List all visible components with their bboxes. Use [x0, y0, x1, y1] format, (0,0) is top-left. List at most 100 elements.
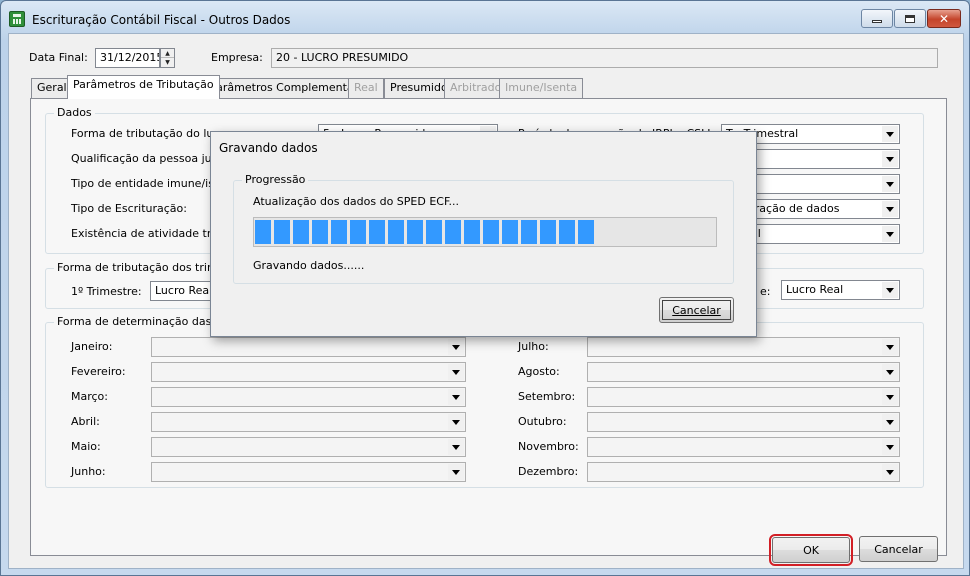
chevron-down-icon[interactable]	[882, 126, 898, 142]
progress-detail-text: Gravando dados......	[253, 259, 365, 272]
data-final-input[interactable]: 31/12/2015	[95, 48, 160, 68]
chevron-down-icon[interactable]	[882, 414, 898, 430]
chevron-down-icon[interactable]	[448, 389, 464, 405]
maximize-button[interactable]	[894, 9, 926, 28]
progress-segment	[540, 220, 556, 244]
progress-segment	[426, 220, 442, 244]
month-label: Dezembro:	[518, 465, 579, 478]
progress-group: Progressão Atualização dos dados do SPED…	[233, 173, 734, 284]
chevron-down-icon[interactable]	[882, 364, 898, 380]
progress-group-title: Progressão	[242, 173, 309, 186]
tab-parametros-tributacao[interactable]: Parâmetros de Tributação	[67, 75, 220, 99]
progress-segment	[559, 220, 575, 244]
chevron-down-icon[interactable]	[882, 226, 898, 242]
maximize-icon	[905, 14, 915, 23]
app-calculator-icon	[9, 11, 25, 27]
minimize-button[interactable]	[861, 9, 893, 28]
tab-arbitrado[interactable]: Arbitrado	[444, 78, 508, 98]
chevron-down-icon[interactable]	[448, 364, 464, 380]
minimize-icon	[872, 20, 882, 23]
month-estimativa-select[interactable]	[151, 437, 466, 457]
month-label: Maio:	[71, 440, 101, 453]
trimestre-4-value: Lucro Real	[786, 283, 844, 296]
progress-segment	[312, 220, 328, 244]
month-label: Novembro:	[518, 440, 579, 453]
spin-down-icon[interactable]: ▼	[161, 58, 174, 67]
month-estimativa-select[interactable]	[587, 462, 900, 482]
month-label: Junho:	[71, 465, 106, 478]
tipo-escrituracao-value: eração de dados	[748, 202, 840, 215]
month-label: Março:	[71, 390, 108, 403]
empresa-field: 20 - LUCRO PRESUMIDO	[271, 48, 938, 68]
ok-button[interactable]: OK	[769, 534, 853, 566]
month-label: Julho:	[518, 340, 549, 353]
month-label: Janeiro:	[71, 340, 113, 353]
progress-segment	[502, 220, 518, 244]
tab-imune-isenta[interactable]: Imune/Isenta	[499, 78, 584, 98]
progress-segment	[388, 220, 404, 244]
dados-group-title: Dados	[54, 106, 95, 119]
month-estimativa-select[interactable]	[151, 362, 466, 382]
chevron-down-icon[interactable]	[448, 414, 464, 430]
close-icon: ✕	[938, 11, 950, 26]
empresa-label: Empresa:	[211, 51, 263, 64]
month-estimativa-select[interactable]	[151, 337, 466, 357]
close-button[interactable]: ✕	[927, 9, 961, 28]
month-label: Abril:	[71, 415, 100, 428]
dialog-cancel-button[interactable]: Cancelar	[659, 297, 734, 323]
progress-segment	[445, 220, 461, 244]
month-estimativa-select[interactable]	[587, 437, 900, 457]
title-bar[interactable]: Escrituração Contábil Fiscal - Outros Da…	[1, 1, 969, 33]
chevron-down-icon[interactable]	[882, 282, 898, 298]
chevron-down-icon[interactable]	[882, 201, 898, 217]
data-final-spinner[interactable]: ▲ ▼	[160, 48, 175, 68]
progress-segment	[274, 220, 290, 244]
trimestre-1-label: 1º Trimestre:	[71, 285, 142, 298]
progress-dialog: Gravando dados Progressão Atualização do…	[210, 131, 757, 337]
progress-segment	[293, 220, 309, 244]
chevron-down-icon[interactable]	[882, 439, 898, 455]
month-estimativa-select[interactable]	[587, 387, 900, 407]
cancel-button[interactable]: Cancelar	[859, 536, 938, 562]
chevron-down-icon[interactable]	[448, 339, 464, 355]
month-estimativa-select[interactable]	[151, 462, 466, 482]
chevron-down-icon[interactable]	[882, 176, 898, 192]
progress-segment	[350, 220, 366, 244]
spin-up-icon[interactable]: ▲	[161, 49, 174, 58]
window-title: Escrituração Contábil Fiscal - Outros Da…	[32, 13, 291, 27]
progress-segment	[578, 220, 594, 244]
month-label: Fevereiro:	[71, 365, 126, 378]
progress-status-text: Atualização dos dados do SPED ECF...	[253, 195, 460, 208]
chevron-down-icon[interactable]	[882, 464, 898, 480]
progress-bar	[253, 217, 717, 247]
dialog-cancel-label: Cancelar	[672, 303, 721, 317]
dialog-title: Gravando dados	[219, 141, 318, 155]
chevron-down-icon[interactable]	[882, 339, 898, 355]
progress-segment	[407, 220, 423, 244]
chevron-down-icon[interactable]	[882, 389, 898, 405]
trimestre-4-label: e:	[760, 285, 771, 298]
month-estimativa-select[interactable]	[151, 412, 466, 432]
tab-real[interactable]: Real	[348, 78, 384, 98]
progress-segment	[521, 220, 537, 244]
chevron-down-icon[interactable]	[448, 464, 464, 480]
chevron-down-icon[interactable]	[448, 439, 464, 455]
month-estimativa-select[interactable]	[587, 337, 900, 357]
progress-segment	[483, 220, 499, 244]
month-estimativa-select[interactable]	[151, 387, 466, 407]
estimativas-group: Forma de determinação das estim Janeiro:…	[45, 315, 924, 488]
progress-segment	[369, 220, 385, 244]
month-label: Outubro:	[518, 415, 567, 428]
month-label: Setembro:	[518, 390, 576, 403]
trimestre-4-select[interactable]: Lucro Real	[781, 280, 900, 300]
month-estimativa-select[interactable]	[587, 412, 900, 432]
tipo-escrituracao-label: Tipo de Escrituração:	[71, 202, 187, 215]
progress-segment	[331, 220, 347, 244]
month-estimativa-select[interactable]	[587, 362, 900, 382]
progress-bar-fill	[255, 220, 594, 244]
chevron-down-icon[interactable]	[882, 151, 898, 167]
progress-segment	[464, 220, 480, 244]
trimestre-1-value: Lucro Real	[155, 284, 213, 297]
progress-segment	[255, 220, 271, 244]
data-final-label: Data Final:	[29, 51, 88, 64]
